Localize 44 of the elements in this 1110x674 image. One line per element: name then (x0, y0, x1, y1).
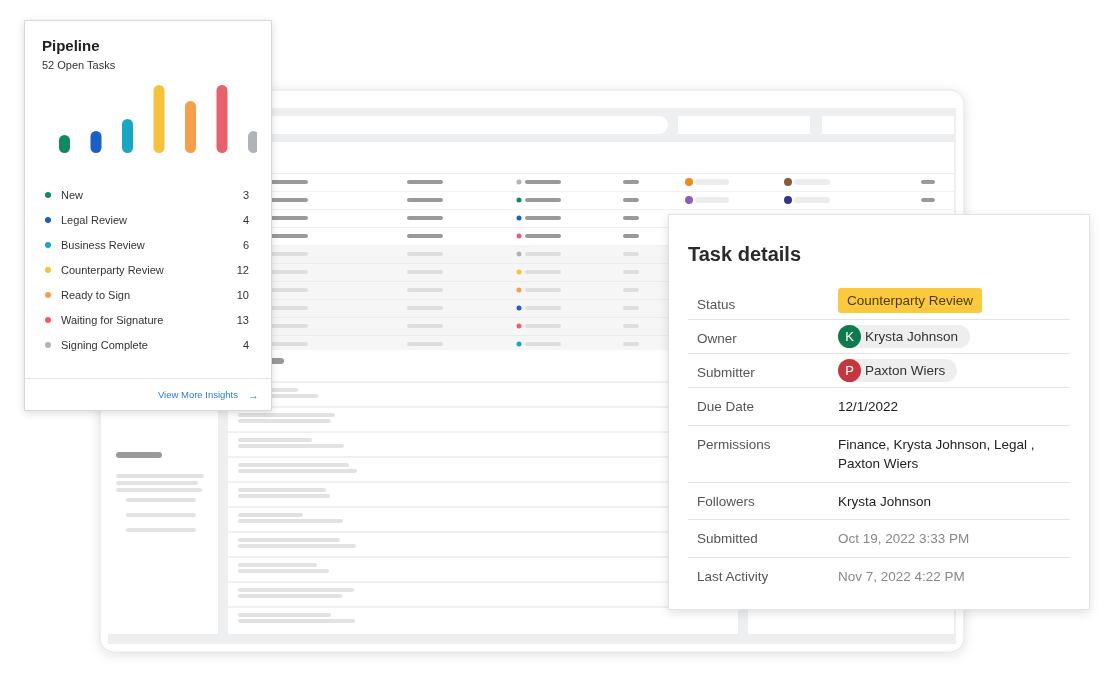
status-count: 6 (242, 239, 249, 251)
field-label: Last Activity (696, 567, 770, 584)
view-insights-link[interactable]: View More Insights (157, 389, 238, 400)
field-value: 12/1/2022 (838, 398, 900, 416)
timestamp: Oct 19, 2022 3:33 PM (838, 530, 971, 549)
avatar: P (838, 359, 861, 382)
status-count: 4 (242, 214, 249, 226)
card-title: Pipeline (42, 37, 101, 54)
chart-bar (216, 85, 228, 153)
status-label: Legal Review (61, 214, 129, 226)
chart-bar (248, 131, 257, 153)
field-label: Owner (696, 330, 738, 346)
status-badge: Counterparty Review (838, 288, 983, 313)
person-chip[interactable]: P Paxton Wiers (838, 359, 958, 382)
card-title: Task details (688, 243, 803, 266)
chart-bar (185, 101, 196, 153)
arrow-icon[interactable]: → (248, 388, 259, 401)
chart-bar (153, 85, 165, 153)
status-count: 13 (236, 314, 249, 326)
chart-bar (59, 135, 70, 153)
field-label: Status (696, 296, 737, 312)
person-chip[interactable]: K Krysta Johnson (838, 325, 971, 348)
chart-bar (122, 119, 133, 153)
field-label: Submitter (696, 364, 756, 380)
status-label: Counterparty Review (61, 264, 165, 276)
status-label: Ready to Sign (61, 289, 132, 301)
status-count: 3 (242, 189, 249, 201)
timestamp: Nov 7, 2022 4:22 PM (838, 567, 966, 586)
status-label: Business Review (61, 239, 146, 251)
field-label: Followers (696, 492, 756, 509)
chart-bar (90, 131, 102, 153)
field-value: Finance, Krysta Johnson, Legal , Paxton Wiers (838, 435, 1036, 474)
field-label: Permissions (696, 435, 772, 452)
field-label: Due Date (696, 398, 756, 414)
field-value: Krysta Johnson (838, 492, 933, 511)
field-label: Submitted (696, 530, 759, 547)
avatar: K (838, 325, 861, 348)
status-label: Signing Complete (61, 339, 149, 351)
status-count: 12 (236, 264, 249, 276)
open-tasks-count: 52 Open Tasks (42, 59, 117, 71)
status-label: New (61, 189, 84, 201)
status-count: 4 (242, 339, 249, 351)
status-count: 10 (236, 289, 249, 301)
status-label: Waiting for Signature (61, 314, 165, 326)
